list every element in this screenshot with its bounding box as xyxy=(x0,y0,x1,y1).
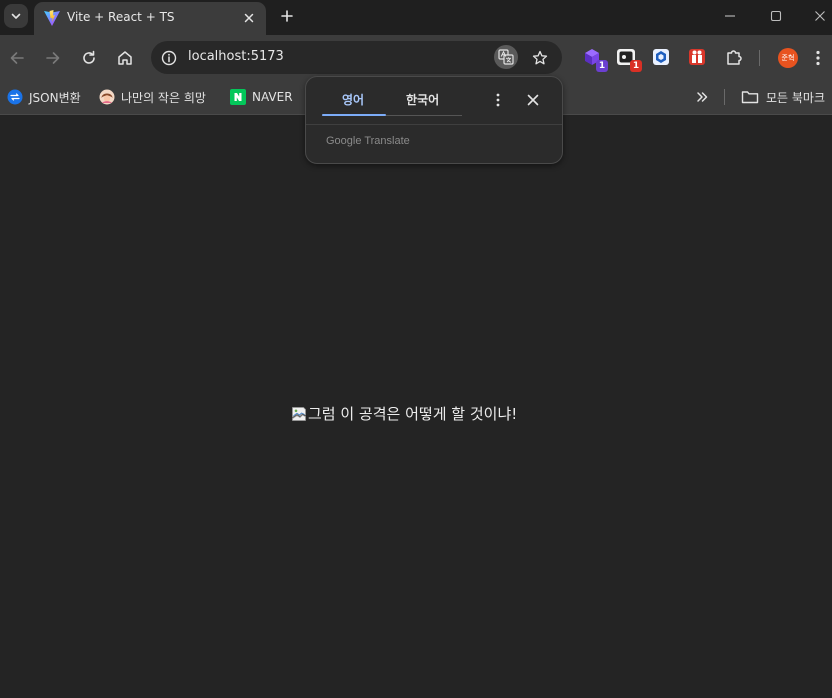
bookmark-item[interactable]: JSON변환 xyxy=(7,87,81,107)
maximize-button[interactable] xyxy=(764,5,788,27)
star-icon xyxy=(532,50,548,65)
close-icon xyxy=(527,94,539,106)
new-tab-button[interactable] xyxy=(276,5,298,27)
tab-close-button[interactable] xyxy=(240,9,258,27)
back-button[interactable] xyxy=(4,45,30,71)
site-info-button[interactable] xyxy=(158,47,180,69)
extension-button[interactable]: 1 xyxy=(616,47,642,72)
browser-toolbar: localhost:5173 1 1 준혁 xyxy=(0,35,832,80)
toolbar-divider xyxy=(759,50,760,66)
translate-options-button[interactable] xyxy=(490,90,506,110)
extension-badge: 1 xyxy=(596,60,608,72)
bookmarks-overflow-button[interactable] xyxy=(692,87,712,107)
browser-menu-button[interactable] xyxy=(808,47,828,69)
naver-icon xyxy=(230,89,246,105)
translate-close-button[interactable] xyxy=(523,90,543,110)
active-tab-indicator xyxy=(322,114,386,116)
forward-button[interactable] xyxy=(40,45,66,71)
page-viewport: 그럼 이 공격은 어떻게 할 것이냐! xyxy=(0,116,832,698)
extensions-menu-button[interactable] xyxy=(724,47,744,67)
home-icon xyxy=(118,51,132,65)
blue-shield-extension-icon xyxy=(653,49,669,65)
bookmark-label: JSON변환 xyxy=(29,90,81,105)
maximize-icon xyxy=(770,10,782,22)
bookmark-item[interactable]: 나만의 작은 희망 xyxy=(99,87,206,107)
translate-popup: 영어 한국어 Google Translate xyxy=(305,76,563,164)
folder-icon xyxy=(741,91,759,104)
translate-page-button[interactable] xyxy=(494,45,518,69)
bookmark-label: 모든 북마크 xyxy=(766,90,826,105)
avatar-icon xyxy=(99,89,115,105)
window-close-button[interactable] xyxy=(808,5,832,27)
bookmark-star-button[interactable] xyxy=(528,46,552,70)
bookmark-label: 나만의 작은 희망 xyxy=(121,90,206,105)
more-vertical-icon xyxy=(816,50,820,66)
active-tab[interactable]: Vite + React + TS xyxy=(34,2,266,35)
target-language-tab[interactable]: 한국어 xyxy=(406,91,439,108)
source-language-tab[interactable]: 영어 xyxy=(342,91,364,108)
bookmark-label: NAVER xyxy=(252,90,293,104)
double-chevron-right-icon xyxy=(697,92,708,102)
tab-search-button[interactable] xyxy=(4,4,28,28)
bookmarks-divider xyxy=(724,89,725,105)
info-icon xyxy=(161,50,177,66)
vite-logo-icon xyxy=(44,10,60,26)
red-gift-extension-icon xyxy=(689,49,705,65)
translate-icon xyxy=(498,49,514,65)
minimize-button[interactable] xyxy=(718,5,742,27)
tab-title: Vite + React + TS xyxy=(67,10,175,24)
url-text[interactable]: localhost:5173 xyxy=(188,49,284,64)
chevron-down-icon xyxy=(11,13,21,19)
google-translate-brand: Google Translate xyxy=(326,135,410,147)
arrow-left-icon xyxy=(10,52,24,64)
profile-avatar[interactable]: 준혁 xyxy=(778,48,798,68)
broken-image-icon xyxy=(292,406,306,421)
reload-icon xyxy=(83,50,95,64)
broken-image: 그럼 이 공격은 어떻게 할 것이냐! xyxy=(291,403,517,424)
address-bar[interactable]: localhost:5173 xyxy=(151,41,562,74)
more-vertical-icon xyxy=(496,93,500,107)
arrow-right-icon xyxy=(46,52,60,64)
puzzle-icon xyxy=(727,50,742,65)
tab-strip: Vite + React + TS xyxy=(0,0,832,35)
extension-badge: 1 xyxy=(630,60,642,72)
close-icon xyxy=(815,11,825,21)
reload-button[interactable] xyxy=(76,45,102,71)
extension-button[interactable]: 1 xyxy=(582,47,608,72)
popup-divider xyxy=(306,124,562,125)
minimize-icon xyxy=(725,15,735,17)
bookmark-item[interactable]: NAVER xyxy=(230,87,293,107)
plus-icon xyxy=(281,10,293,22)
extension-button[interactable] xyxy=(687,47,707,67)
image-alt-text: 그럼 이 공격은 어떻게 할 것이냐! xyxy=(308,405,518,423)
all-bookmarks-folder[interactable]: 모든 북마크 xyxy=(741,87,825,107)
home-button[interactable] xyxy=(112,45,138,71)
json-convert-icon xyxy=(7,89,23,105)
close-icon xyxy=(244,13,254,23)
extension-button[interactable] xyxy=(651,47,671,67)
